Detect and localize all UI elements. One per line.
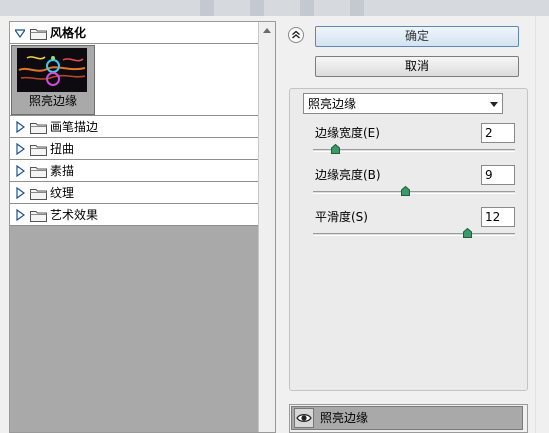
thumbnail-label: 照亮边缘 [28,94,77,108]
ok-button[interactable]: 确定 [315,26,519,47]
folder-icon [30,211,47,222]
eye-icon [296,414,312,422]
category-stylize[interactable]: 风格化 [10,22,258,44]
toolbar-slot [200,0,214,16]
filter-preview-image [17,48,87,92]
category-texture[interactable]: 纹理 [10,182,258,204]
toolbar-slot [350,0,364,16]
effect-layer-row[interactable]: 照亮边缘 [291,406,523,430]
collapse-gallery-button[interactable] [288,27,304,43]
scroll-up-icon[interactable] [262,26,272,34]
cancel-button[interactable]: 取消 [315,56,519,77]
slider-thumb[interactable] [400,186,410,196]
folder-icon [30,123,47,134]
filter-select-value: 照亮边缘 [308,97,357,111]
triangle-right-icon[interactable] [15,165,25,177]
layer-visibility-toggle[interactable] [294,408,314,428]
effect-layer-name: 照亮边缘 [320,411,369,425]
edge-brightness-input[interactable] [481,165,515,185]
effect-layers-panel: 照亮边缘 [289,404,528,433]
triangle-right-icon[interactable] [15,143,25,155]
slider-thumb[interactable] [331,144,341,154]
folder-icon [30,29,47,40]
category-brush-strokes[interactable]: 画笔描边 [10,116,258,138]
category-sketch[interactable]: 素描 [10,160,258,182]
category-label: 纹理 [50,186,75,200]
toolbar-slot [300,0,314,16]
category-label: 画笔描边 [50,120,99,134]
chevron-down-icon [490,102,498,107]
edge-width-label: 边缘宽度(E) [315,126,380,140]
smoothness-slider[interactable] [313,228,515,238]
category-artistic[interactable]: 艺术效果 [10,204,258,226]
category-distort[interactable]: 扭曲 [10,138,258,160]
toolbar-slot [250,0,264,16]
category-label: 艺术效果 [50,208,99,222]
edge-width-input[interactable] [481,123,515,143]
window-top-strip [0,0,549,16]
triangle-right-icon[interactable] [15,209,25,221]
edge-width-slider[interactable] [313,144,515,154]
triangle-right-icon[interactable] [15,121,25,133]
folder-icon [30,167,47,178]
filter-gallery-panel: 风格化 照亮边缘 画笔描边 扭曲 素描 纹理 艺术效果 [9,21,276,433]
dialog-right-edge [535,16,549,433]
smoothness-input[interactable] [481,207,515,227]
slider-thumb[interactable] [463,228,473,238]
category-label: 素描 [50,164,75,178]
smoothness-label: 平滑度(S) [315,210,368,224]
triangle-right-icon[interactable] [15,187,25,199]
folder-icon [30,145,47,156]
thumbnail-area: 照亮边缘 [10,44,258,116]
filter-tree: 风格化 照亮边缘 画笔描边 扭曲 素描 纹理 艺术效果 [10,22,258,432]
category-label: 扭曲 [50,142,75,156]
edge-brightness-slider[interactable] [313,186,515,196]
filter-select-dropdown[interactable]: 照亮边缘 [303,93,503,114]
filter-thumbnail-glowing-edges[interactable]: 照亮边缘 [11,45,95,115]
triangle-down-icon[interactable] [15,27,25,39]
double-chevron-up-icon [292,30,300,39]
folder-icon [30,189,47,200]
category-label: 风格化 [50,26,87,40]
tree-scrollbar[interactable] [258,22,275,432]
edge-brightness-label: 边缘亮度(B) [315,168,381,182]
